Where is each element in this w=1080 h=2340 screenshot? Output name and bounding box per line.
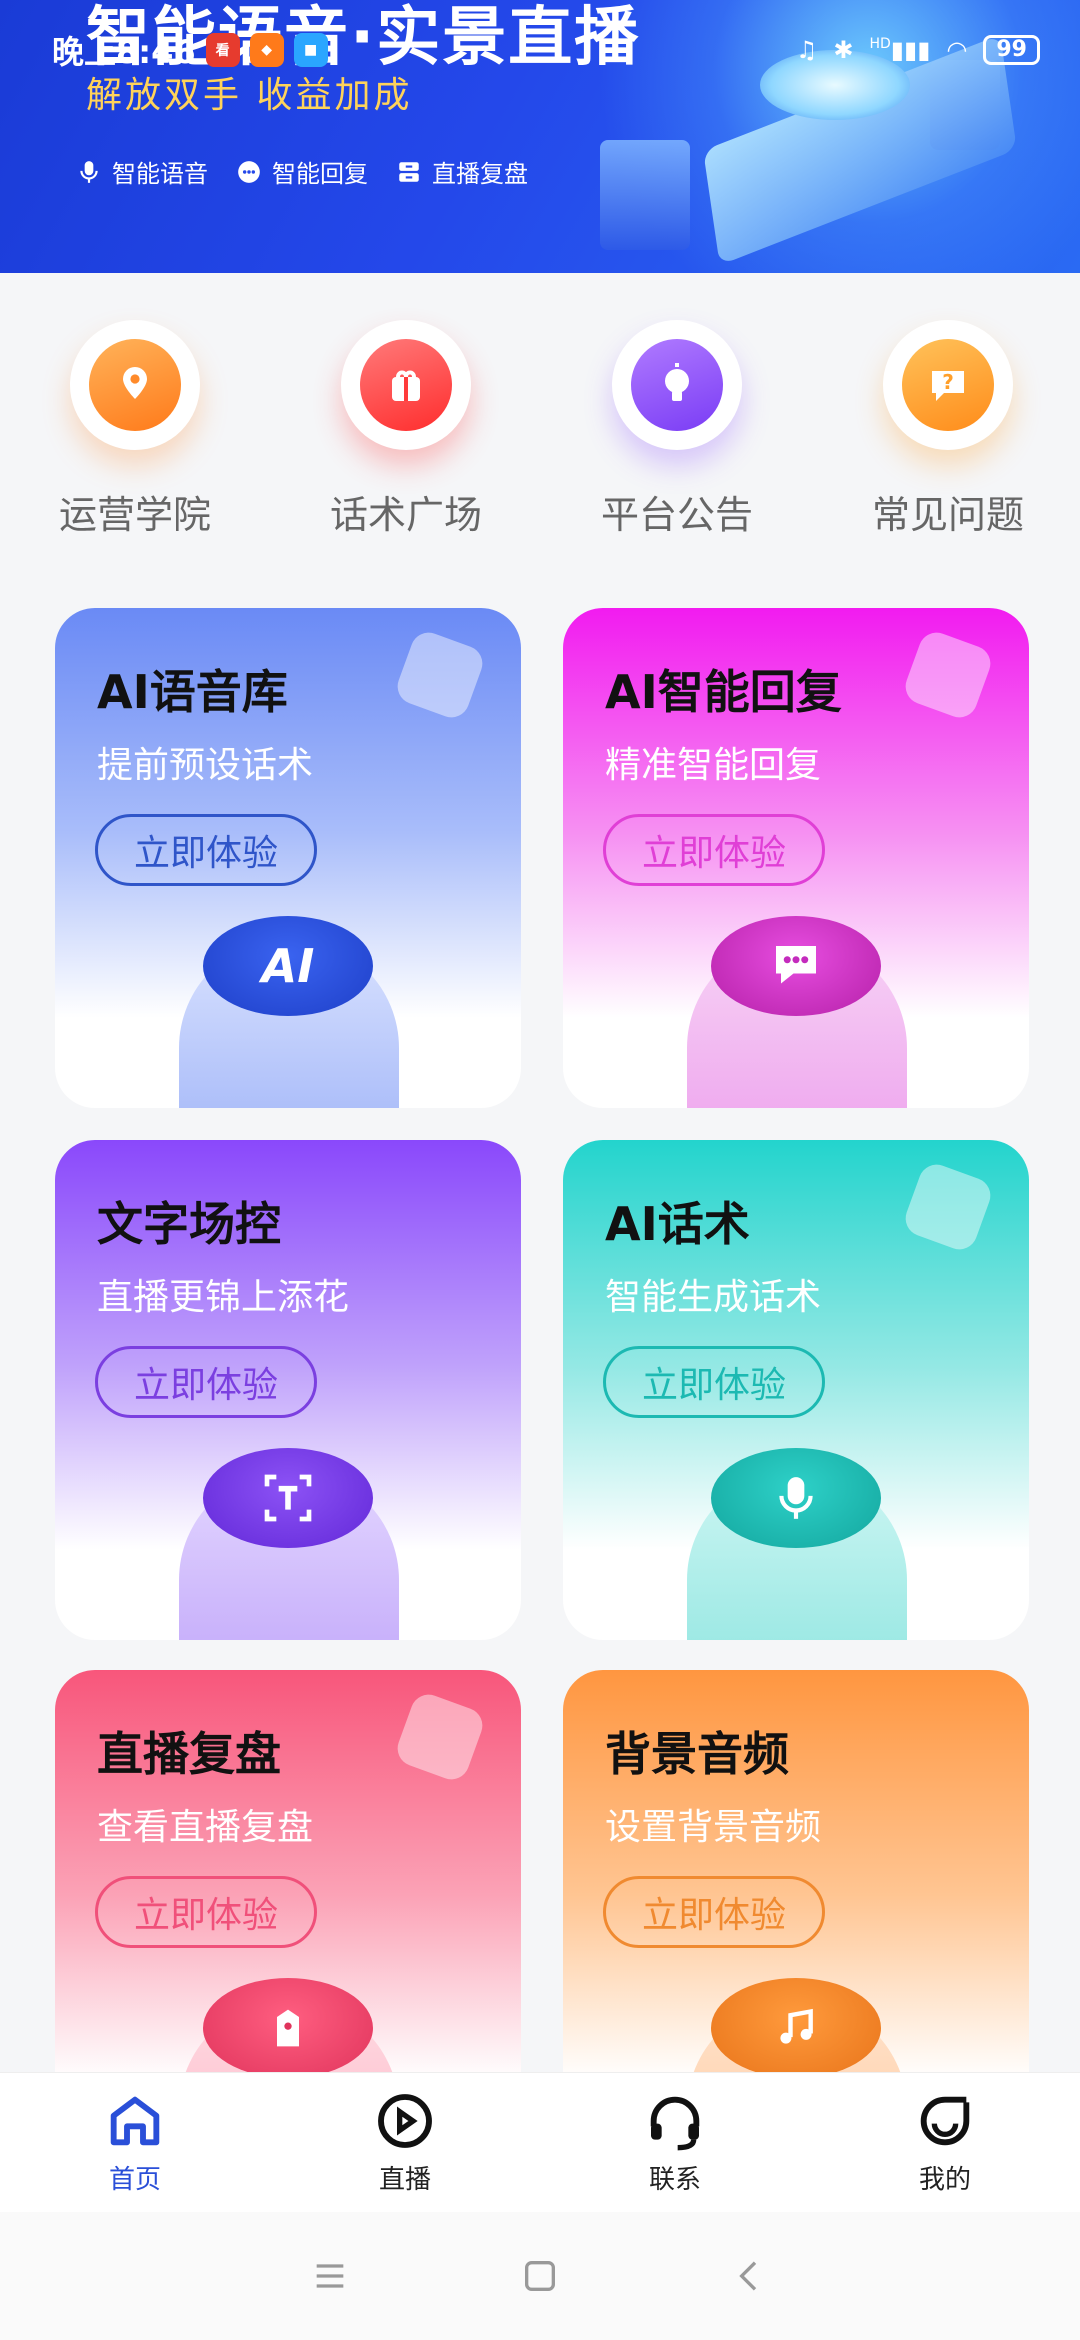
status-bar: 晚上8:46 看 ◆ ■ ♫ ✱ HD▮▮▮ ◠ 99 — [52, 22, 1040, 78]
quick-item-label: 常见问题 — [871, 493, 1024, 537]
nav-mine[interactable]: 我的 — [810, 2073, 1080, 2212]
card-ai-script[interactable]: AI话术 智能生成话术 立即体验 — [563, 1140, 1029, 1640]
microphone-icon — [80, 160, 98, 183]
status-right: ♫ ✱ HD▮▮▮ ◠ 99 — [796, 35, 1040, 65]
card-ai-voice-library[interactable]: AI语音库 提前预设话术 立即体验 AI — [55, 608, 521, 1108]
home-square-icon[interactable] — [520, 2256, 560, 2296]
text-icon — [203, 1448, 373, 1548]
quick-item-operations-academy[interactable]: 运营学院 — [25, 320, 245, 539]
card-title: AI智能回复 — [605, 665, 842, 719]
quick-item-platform-notice[interactable]: 平台公告 — [567, 320, 787, 539]
notification-app-icon: ◆ — [249, 33, 284, 67]
lightbulb-icon — [665, 363, 689, 401]
home-icon — [110, 2096, 160, 2146]
status-time: 晚上8:46 — [52, 33, 196, 71]
svg-text:?: ? — [942, 370, 954, 394]
back-icon[interactable] — [730, 2256, 770, 2296]
nav-label: 首页 — [108, 2165, 161, 2195]
nav-label: 直播 — [378, 2165, 431, 2195]
try-now-button[interactable]: 立即体验 — [603, 1876, 825, 1948]
banner-feature: 智能回复 — [236, 154, 368, 189]
menu-icon[interactable] — [310, 2256, 350, 2296]
try-now-button[interactable]: 立即体验 — [603, 814, 825, 886]
card-ai-smart-reply[interactable]: AI智能回复 精准智能回复 立即体验 — [563, 608, 1029, 1108]
chat-bubble-icon — [238, 160, 260, 183]
card-subtitle: 查看直播复盘 — [97, 1807, 314, 1848]
play-circle-icon — [378, 2094, 432, 2148]
card-subtitle: 提前预设话术 — [97, 745, 314, 786]
card-title: 背景音频 — [605, 1727, 789, 1781]
card-subtitle: 直播更锦上添花 — [97, 1277, 350, 1318]
quick-item-faq[interactable]: ? 常见问题 — [838, 320, 1058, 539]
archive-icon — [399, 161, 419, 182]
status-left: 晚上8:46 看 ◆ ■ — [52, 27, 328, 73]
card-subtitle: 精准智能回复 — [605, 745, 822, 786]
quick-item-label: 话术广场 — [329, 493, 482, 537]
smile-icon — [920, 2096, 970, 2146]
notification-app-icon: 看 — [205, 33, 240, 67]
card-subtitle: 智能生成话术 — [605, 1277, 822, 1318]
try-now-button[interactable]: 立即体验 — [95, 1346, 317, 1418]
try-now-button[interactable]: 立即体验 — [95, 1876, 317, 1948]
quick-menu: 运营学院 话术广场 平台公告 ? 常见问题 — [0, 320, 1080, 560]
ai-icon: AI — [203, 916, 373, 1016]
bluetooth-icon: ✱ — [833, 36, 854, 64]
try-now-button[interactable]: 立即体验 — [95, 814, 317, 886]
banner-features: 智能语音 智能回复 直播复盘 — [76, 154, 528, 189]
quick-item-script-square[interactable]: 话术广场 — [296, 320, 516, 539]
wifi-icon: ◠ — [946, 36, 968, 64]
quick-item-label: 运营学院 — [58, 493, 211, 537]
system-navigation-bar — [0, 2212, 1080, 2340]
bottom-navigation: 首页 直播 联系 我的 — [0, 2072, 1080, 2212]
headphones-icon: ♫ — [795, 36, 818, 64]
notification-app-icon: ■ — [293, 33, 328, 67]
nav-label: 我的 — [918, 2165, 971, 2195]
card-title: 直播复盘 — [97, 1727, 281, 1781]
music-note-icon — [711, 1978, 881, 2078]
card-title: AI话术 — [605, 1197, 750, 1251]
banner-feature: 智能语音 — [76, 154, 208, 189]
microphone-icon — [711, 1448, 881, 1548]
try-now-button[interactable]: 立即体验 — [603, 1346, 825, 1418]
nav-contact[interactable]: 联系 — [540, 2073, 810, 2212]
headset-icon — [650, 2096, 700, 2151]
banner-feature: 直播复盘 — [396, 154, 528, 189]
question-icon: ? — [932, 370, 964, 401]
gift-box-icon — [392, 370, 420, 401]
card-subtitle: 设置背景音频 — [605, 1807, 822, 1848]
card-title: 文字场控 — [97, 1197, 281, 1251]
location-icon — [123, 367, 147, 399]
review-icon — [203, 1978, 373, 2078]
quick-item-label: 平台公告 — [600, 493, 753, 537]
chat-bubble-icon — [711, 916, 881, 1016]
nav-home[interactable]: 首页 — [0, 2073, 270, 2212]
signal-icon: HD▮▮▮ — [869, 36, 931, 64]
card-text-control[interactable]: 文字场控 直播更锦上添花 立即体验 — [55, 1140, 521, 1640]
nav-label: 联系 — [648, 2165, 701, 2195]
card-title: AI语音库 — [97, 665, 288, 719]
nav-live[interactable]: 直播 — [270, 2073, 540, 2212]
battery-indicator: 99 — [983, 35, 1040, 65]
